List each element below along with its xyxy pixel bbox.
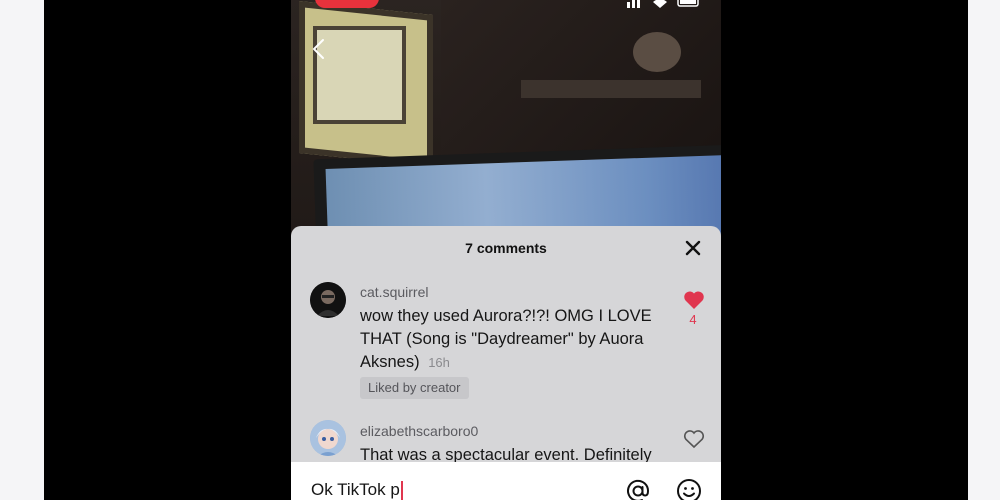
comment-body: wow they used Aurora?!?! OMG I LOVE THAT… (360, 307, 652, 371)
comment-username[interactable]: cat.squirrel (360, 284, 428, 300)
avatar-image (310, 282, 346, 318)
comment-input[interactable]: Ok TikTok p (311, 480, 403, 500)
wifi-icon (653, 0, 667, 8)
at-icon[interactable] (625, 478, 651, 500)
video-shelf (521, 80, 701, 98)
battery-icon (677, 0, 699, 7)
avatar[interactable] (310, 282, 346, 318)
emoji-icon[interactable] (676, 478, 702, 500)
comment-timestamp: 16h (428, 355, 450, 370)
comment-text: wow they used Aurora?!?! OMG I LOVE THAT… (360, 305, 665, 374)
heart-filled-icon[interactable] (683, 290, 705, 310)
comment-input-value: Ok TikTok p (311, 480, 400, 499)
like-count: 4 (689, 312, 697, 327)
heart-outline-icon[interactable] (683, 429, 705, 449)
avatar[interactable] (310, 420, 346, 456)
close-icon[interactable] (683, 238, 703, 258)
signal-icon (627, 0, 640, 8)
liked-by-creator-badge: Liked by creator (360, 377, 469, 399)
chevron-left-icon[interactable] (309, 38, 331, 60)
video-object (633, 32, 681, 72)
left-margin (0, 0, 44, 500)
comment-text: That was a spectacular event. Definitely (360, 444, 665, 462)
comments-sheet: 7 comments cat.squirrel wow they used Au… (291, 226, 721, 500)
comments-count-title: 7 comments (465, 240, 547, 256)
status-bar-icons (627, 0, 699, 8)
phone-screen: 7 comments cat.squirrel wow they used Au… (291, 0, 721, 500)
comment-body: That was a spectacular event. Definitely (360, 446, 652, 462)
comment-username[interactable]: elizabethscarboro0 (360, 423, 478, 439)
avatar-image (310, 420, 346, 456)
text-caret (400, 480, 403, 500)
comment-input-bar: Ok TikTok p (291, 462, 721, 500)
recording-indicator (315, 0, 379, 8)
right-margin (968, 0, 1000, 500)
